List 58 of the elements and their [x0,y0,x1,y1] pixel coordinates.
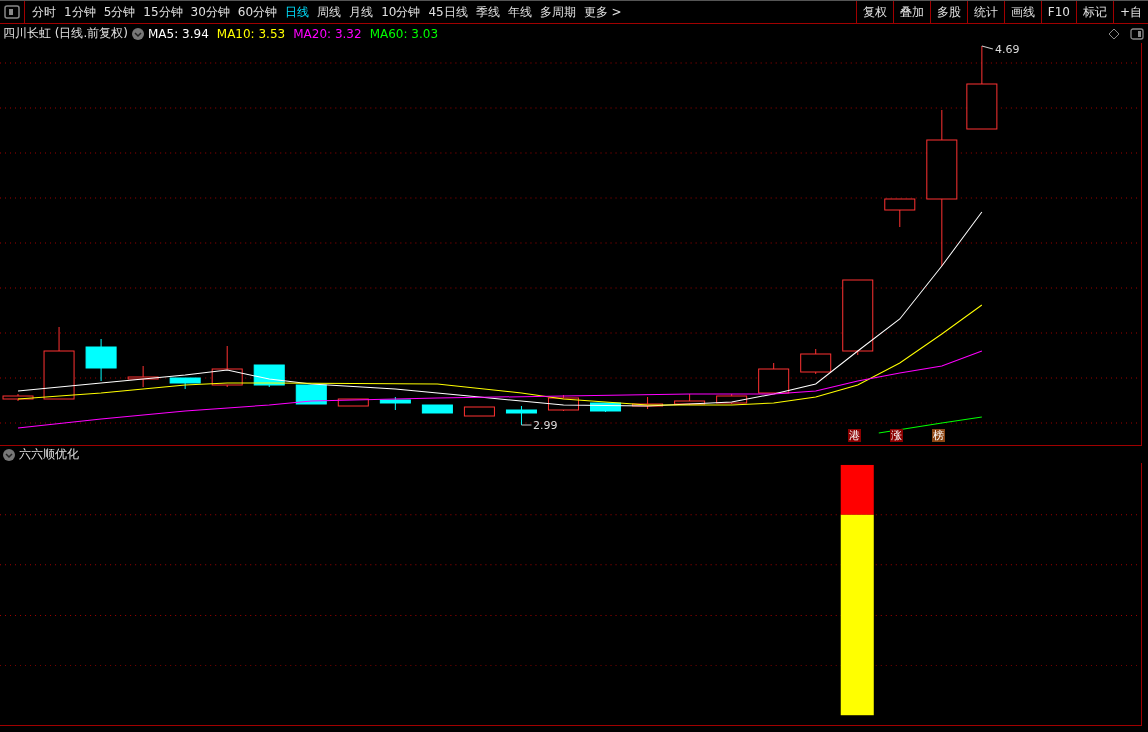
toolbar-button[interactable]: 叠加 [892,1,930,23]
candlestick [590,402,622,413]
candlestick [758,362,790,394]
candlestick [674,393,706,406]
period-tab[interactable]: 更多 > [579,1,626,23]
chevron-down-icon[interactable] [3,448,15,461]
period-tab[interactable]: 日线 [281,1,314,23]
candlestick [884,198,916,228]
period-tab[interactable]: 季线 [471,1,504,23]
moving-average-label: MA10: 3.53 [216,26,286,41]
period-tab[interactable]: 15分钟 [139,1,187,23]
period-tab[interactable]: 年线 [503,1,536,23]
chevron-down-icon[interactable] [132,27,144,40]
toolbar-button[interactable]: 多股 [929,1,967,23]
period-tab[interactable]: 5分钟 [99,1,140,23]
period-tab[interactable]: 分时 [28,1,60,23]
panel-toggle-icon[interactable] [1130,27,1144,40]
candlestick [211,345,243,388]
price-label: 2.99 [533,419,558,432]
candlestick [2,393,34,402]
candlestick [716,393,748,405]
candlestick [295,384,327,405]
period-tab[interactable]: 60分钟 [233,1,282,23]
toolbar-button[interactable]: 复权 [855,1,893,23]
period-tab[interactable]: 多周期 [535,1,580,23]
price-label: 4.69 [995,43,1020,56]
period-tab[interactable]: 10分钟 [377,1,425,23]
period-tab[interactable]: 45日线 [424,1,472,23]
candlestick [632,396,664,410]
moving-average-label: MA60: 3.03 [369,26,439,41]
toolbar-button[interactable]: 标记 [1075,1,1113,23]
period-tab[interactable]: 1分钟 [60,1,100,23]
candlestick [421,404,453,414]
period-tab[interactable]: 30分钟 [186,1,234,23]
toolbar-button[interactable]: 画线 [1003,1,1041,23]
toolbar-button[interactable]: +自 [1112,1,1148,23]
panel-toggle-icon[interactable] [4,5,20,19]
candlestick [169,377,201,390]
chart-title: 四川长虹 (日线.前复权) [3,25,128,42]
candlestick [127,365,159,388]
moving-average-label: MA20: 3.32 [293,26,362,41]
candlestick [800,348,832,375]
indicator-title: 六六顺优化 [19,446,79,463]
leader-line [981,45,994,50]
event-tag[interactable]: 榜 [932,429,945,442]
candlestick [463,406,495,417]
toolbar-button[interactable]: F10 [1040,1,1076,23]
candlestick [85,338,117,382]
event-tag[interactable]: 港 [848,429,861,442]
event-tag[interactable]: 涨 [890,429,903,442]
diamond-icon[interactable] [1108,27,1120,40]
toolbar-button[interactable]: 统计 [966,1,1004,23]
period-tab[interactable]: 周线 [313,1,346,23]
moving-average-label: MA5: 3.94 [148,26,209,41]
period-tab[interactable]: 月线 [345,1,378,23]
candlestick [337,398,369,407]
candlestick [379,396,411,411]
leader-line [520,424,532,426]
